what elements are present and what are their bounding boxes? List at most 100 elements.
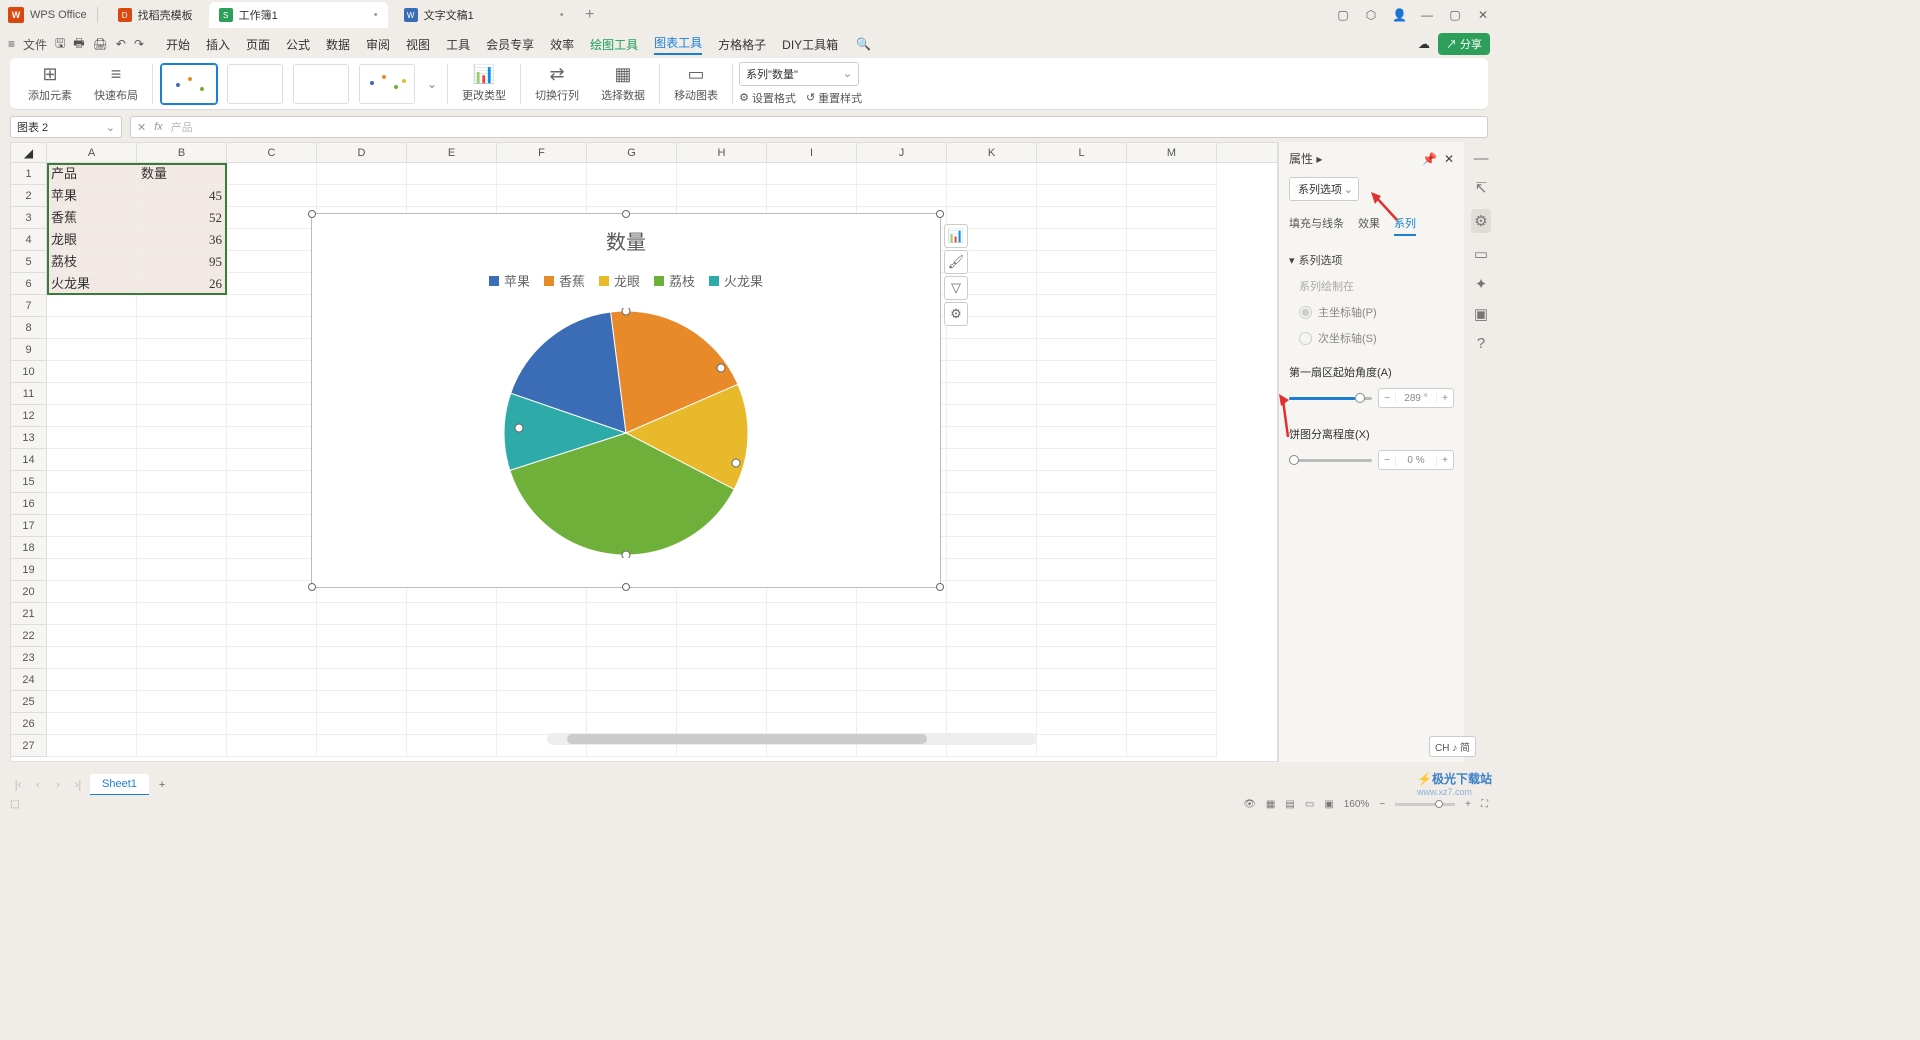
- cell[interactable]: [47, 449, 137, 471]
- fx-icon[interactable]: fx: [154, 121, 163, 133]
- menu-公式[interactable]: 公式: [286, 36, 310, 53]
- cell[interactable]: [1037, 251, 1127, 273]
- new-tab-button[interactable]: +: [580, 5, 600, 25]
- col-header[interactable]: K: [947, 143, 1037, 162]
- cell[interactable]: [947, 559, 1037, 581]
- row-headers[interactable]: 1234567891011121314151617181920212223242…: [11, 163, 47, 757]
- cell[interactable]: [497, 185, 587, 207]
- row-header[interactable]: 20: [11, 581, 46, 603]
- tab-workbook[interactable]: S 工作簿1 •: [209, 2, 388, 28]
- zoom-value[interactable]: 160%: [1344, 799, 1370, 810]
- tab-templates[interactable]: D 找稻壳模板: [108, 2, 203, 28]
- cell[interactable]: [137, 361, 227, 383]
- cell[interactable]: [857, 647, 947, 669]
- col-header[interactable]: B: [137, 143, 227, 162]
- cell[interactable]: [677, 603, 767, 625]
- cell[interactable]: [767, 647, 857, 669]
- first-sheet-icon[interactable]: |‹: [10, 779, 26, 791]
- row-header[interactable]: 7: [11, 295, 46, 317]
- cell[interactable]: [587, 603, 677, 625]
- formula-bar[interactable]: ✕ fx 产品: [130, 116, 1488, 138]
- cell[interactable]: [947, 405, 1037, 427]
- col-header[interactable]: M: [1127, 143, 1217, 162]
- cell[interactable]: [1127, 207, 1217, 229]
- cell[interactable]: [1037, 735, 1127, 757]
- cell[interactable]: [677, 163, 767, 185]
- cell[interactable]: [137, 427, 227, 449]
- cell[interactable]: [857, 163, 947, 185]
- row-header[interactable]: 6: [11, 273, 46, 295]
- cell[interactable]: [137, 383, 227, 405]
- cell[interactable]: [767, 713, 857, 735]
- resize-handle[interactable]: [622, 583, 630, 591]
- eye-icon[interactable]: 👁: [1243, 799, 1256, 810]
- cell[interactable]: [227, 427, 317, 449]
- cell[interactable]: [947, 339, 1037, 361]
- cell[interactable]: [137, 603, 227, 625]
- cell[interactable]: [947, 449, 1037, 471]
- cell[interactable]: [1127, 493, 1217, 515]
- cell[interactable]: [1037, 449, 1127, 471]
- close-icon[interactable]: •: [560, 9, 564, 21]
- legend-item[interactable]: 火龙果: [709, 271, 763, 290]
- cell[interactable]: [1037, 273, 1127, 295]
- legend-item[interactable]: 苹果: [489, 271, 530, 290]
- cell[interactable]: [137, 449, 227, 471]
- row-header[interactable]: 16: [11, 493, 46, 515]
- cell[interactable]: [47, 339, 137, 361]
- cell[interactable]: [317, 713, 407, 735]
- cell[interactable]: [1037, 339, 1127, 361]
- cell[interactable]: [1127, 625, 1217, 647]
- cell[interactable]: [137, 493, 227, 515]
- cell[interactable]: [227, 691, 317, 713]
- cell[interactable]: [1127, 295, 1217, 317]
- tab-effects[interactable]: 效果: [1358, 215, 1380, 236]
- cell[interactable]: [1037, 669, 1127, 691]
- pie-chart[interactable]: [501, 308, 751, 558]
- cell[interactable]: [767, 603, 857, 625]
- cell[interactable]: [137, 515, 227, 537]
- chart-style-1[interactable]: [161, 64, 217, 104]
- cell[interactable]: [137, 405, 227, 427]
- chart-style-icon[interactable]: 🖌: [944, 250, 968, 274]
- cell[interactable]: [947, 713, 1037, 735]
- row-header[interactable]: 8: [11, 317, 46, 339]
- select-icon[interactable]: ↸: [1475, 179, 1488, 197]
- tab-doc[interactable]: W 文字文稿1 •: [394, 2, 574, 28]
- cell[interactable]: [1127, 647, 1217, 669]
- col-header[interactable]: F: [497, 143, 587, 162]
- cell[interactable]: [227, 735, 317, 757]
- cell[interactable]: [1037, 229, 1127, 251]
- tab-series[interactable]: 系列: [1394, 215, 1416, 236]
- cell[interactable]: [1037, 317, 1127, 339]
- minus-icon[interactable]: −: [1379, 455, 1395, 466]
- row-header[interactable]: 24: [11, 669, 46, 691]
- cell[interactable]: [227, 603, 317, 625]
- cell[interactable]: [947, 625, 1037, 647]
- cell[interactable]: [227, 647, 317, 669]
- cell[interactable]: [1127, 185, 1217, 207]
- minimize-icon[interactable]: —: [1420, 8, 1434, 22]
- cell[interactable]: [1127, 735, 1217, 757]
- cell[interactable]: [1037, 581, 1127, 603]
- cell[interactable]: [497, 691, 587, 713]
- cell[interactable]: [1037, 515, 1127, 537]
- cell[interactable]: [47, 581, 137, 603]
- menu-方格格子[interactable]: 方格格子: [718, 36, 766, 53]
- cell[interactable]: [227, 625, 317, 647]
- cell[interactable]: [947, 691, 1037, 713]
- row-header[interactable]: 14: [11, 449, 46, 471]
- menu-DIY工具箱[interactable]: DIY工具箱: [782, 36, 838, 53]
- cell[interactable]: [317, 625, 407, 647]
- print-icon[interactable]: 🖶: [73, 34, 84, 55]
- cell[interactable]: [677, 669, 767, 691]
- cell[interactable]: [227, 581, 317, 603]
- cell[interactable]: 95: [137, 251, 227, 273]
- cell[interactable]: [47, 493, 137, 515]
- cell[interactable]: [947, 383, 1037, 405]
- cell[interactable]: [1127, 339, 1217, 361]
- status-icon[interactable]: ⬚: [10, 799, 19, 810]
- cell[interactable]: [1127, 427, 1217, 449]
- cell[interactable]: [497, 713, 587, 735]
- cell[interactable]: [767, 185, 857, 207]
